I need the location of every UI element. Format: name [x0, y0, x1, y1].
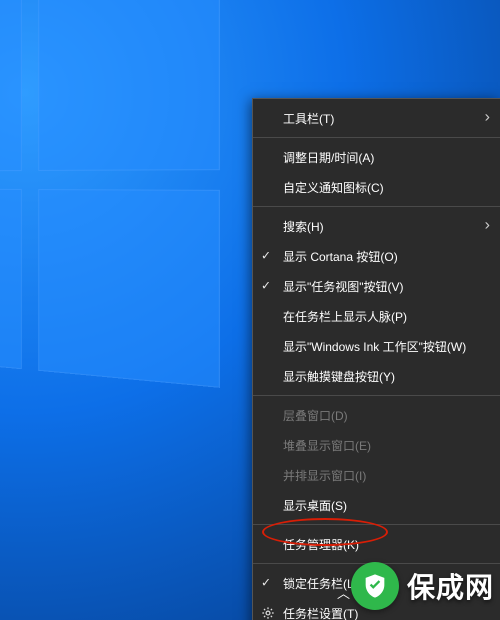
- separator: [253, 524, 500, 525]
- menu-cascade: 层叠窗口(D): [253, 400, 500, 430]
- menu-task-manager[interactable]: 任务管理器(K): [253, 529, 500, 559]
- menu-label: 自定义通知图标(C): [283, 179, 384, 196]
- separator: [253, 395, 500, 396]
- taskbar-context-menu: 工具栏(T) 调整日期/时间(A) 自定义通知图标(C) 搜索(H) ✓ 显示 C…: [252, 98, 500, 620]
- separator: [253, 137, 500, 138]
- gear-icon: [261, 606, 275, 620]
- desktop[interactable]: 工具栏(T) 调整日期/时间(A) 自定义通知图标(C) 搜索(H) ✓ 显示 C…: [0, 0, 500, 620]
- logo-pane: [38, 189, 220, 388]
- menu-label: 工具栏(T): [283, 110, 334, 127]
- logo-pane: [38, 0, 220, 171]
- watermark-text: 保成网: [407, 566, 494, 606]
- logo-pane: [0, 188, 22, 369]
- menu-label: 显示"Windows Ink 工作区"按钮(W): [283, 338, 466, 355]
- menu-show-desktop[interactable]: 显示桌面(S): [253, 490, 500, 520]
- menu-side-by-side: 并排显示窗口(I): [253, 460, 500, 490]
- menu-show-touchkb[interactable]: 显示触摸键盘按钮(Y): [253, 361, 500, 391]
- menu-show-people[interactable]: 在任务栏上显示人脉(P): [253, 301, 500, 331]
- menu-label: 搜索(H): [283, 218, 324, 235]
- menu-label: 显示触摸键盘按钮(Y): [283, 368, 395, 385]
- menu-label: 显示 Cortana 按钮(O): [283, 248, 398, 265]
- check-icon: ✓: [261, 248, 271, 262]
- menu-show-ink[interactable]: 显示"Windows Ink 工作区"按钮(W): [253, 331, 500, 361]
- menu-stack: 堆叠显示窗口(E): [253, 430, 500, 460]
- menu-label: 并排显示窗口(I): [283, 467, 366, 484]
- separator: [253, 206, 500, 207]
- menu-toolbars[interactable]: 工具栏(T): [253, 103, 500, 133]
- watermark-shield-icon: [351, 562, 399, 610]
- menu-search[interactable]: 搜索(H): [253, 211, 500, 241]
- windows-logo: [0, 0, 220, 388]
- menu-adjust-date[interactable]: 调整日期/时间(A): [253, 142, 500, 172]
- menu-label: 任务管理器(K): [283, 536, 359, 553]
- watermark: 保成网: [345, 558, 500, 614]
- menu-label: 显示桌面(S): [283, 497, 347, 514]
- menu-label: 在任务栏上显示人脉(P): [283, 308, 407, 325]
- menu-label: 显示"任务视图"按钮(V): [283, 278, 404, 295]
- check-icon: ✓: [261, 575, 271, 589]
- menu-custom-notify[interactable]: 自定义通知图标(C): [253, 172, 500, 202]
- menu-label: 调整日期/时间(A): [283, 149, 374, 166]
- logo-pane: [0, 0, 22, 172]
- menu-show-cortana[interactable]: ✓ 显示 Cortana 按钮(O): [253, 241, 500, 271]
- menu-show-taskview[interactable]: ✓ 显示"任务视图"按钮(V): [253, 271, 500, 301]
- menu-label: 层叠窗口(D): [283, 407, 348, 424]
- check-icon: ✓: [261, 278, 271, 292]
- menu-label: 堆叠显示窗口(E): [283, 437, 371, 454]
